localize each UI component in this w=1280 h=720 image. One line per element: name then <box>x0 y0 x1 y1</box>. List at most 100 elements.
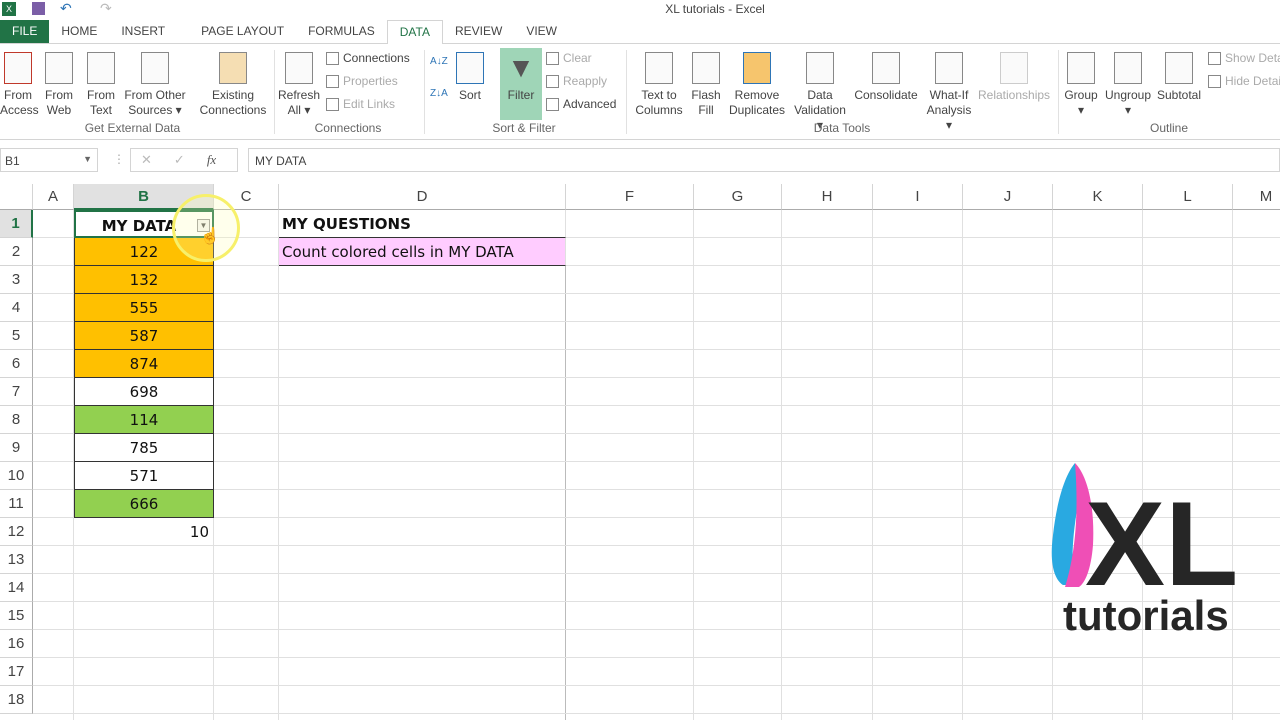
column-header-I[interactable]: I <box>873 184 963 210</box>
subtotal-button[interactable]: Subtotal <box>1154 52 1204 103</box>
tab-review[interactable]: REVIEW <box>443 20 514 43</box>
data-cell[interactable]: 132 <box>74 266 214 294</box>
existing-connections-button[interactable]: Existing Connections <box>196 52 270 118</box>
text-to-columns-button[interactable]: Text to Columns <box>634 52 684 118</box>
name-box[interactable]: B1 ▼ <box>0 148 98 172</box>
show-detail-button[interactable]: Show Detail <box>1208 51 1280 65</box>
group-label: Get External Data <box>84 121 181 135</box>
column-header-M[interactable]: M <box>1233 184 1280 210</box>
gridline <box>33 433 1280 434</box>
consolidate-button[interactable]: Consolidate <box>852 52 920 103</box>
properties-button[interactable]: Properties <box>326 74 398 88</box>
sort-z-a-icon[interactable]: Z↓A <box>430 88 448 99</box>
gridline <box>33 657 1280 658</box>
group-button[interactable]: Group ▾ <box>1062 52 1100 118</box>
reapply-button[interactable]: Reapply <box>546 74 607 88</box>
insert-function-icon[interactable]: fx <box>207 152 216 168</box>
edit-links-button[interactable]: Edit Links <box>326 97 395 111</box>
refresh-all-button[interactable]: Refresh All ▾ <box>278 52 320 118</box>
remove-duplicates-button[interactable]: Remove Duplicates <box>728 52 786 118</box>
sort-icon <box>456 52 484 84</box>
row-header-8[interactable]: 8 <box>0 406 33 434</box>
column-header-D[interactable]: D <box>279 184 566 210</box>
column-header-K[interactable]: K <box>1053 184 1143 210</box>
row-header-6[interactable]: 6 <box>0 350 33 378</box>
row-header-9[interactable]: 9 <box>0 434 33 462</box>
svg-text:XL: XL <box>1085 477 1238 611</box>
row-header-15[interactable]: 15 <box>0 602 33 630</box>
row-header-18[interactable]: 18 <box>0 686 33 714</box>
clear-button[interactable]: Clear <box>546 51 592 65</box>
select-all-corner[interactable] <box>0 184 33 210</box>
row-header-2[interactable]: 2 <box>0 238 33 266</box>
row-header-5[interactable]: 5 <box>0 322 33 350</box>
gridline <box>33 405 1280 406</box>
sort-a-z-icon[interactable]: A↓Z <box>430 56 448 67</box>
connections-button[interactable]: Connections <box>326 51 410 65</box>
subtotal-icon <box>1165 52 1193 84</box>
cell-B12-count[interactable]: 10 <box>74 518 214 546</box>
data-cell[interactable]: 785 <box>74 434 214 462</box>
column-header-L[interactable]: L <box>1143 184 1233 210</box>
flash-fill-button[interactable]: Flash Fill <box>690 52 722 118</box>
data-cell[interactable]: 666 <box>74 490 214 518</box>
gridline <box>33 685 1280 686</box>
formula-input[interactable]: MY DATA <box>248 148 1280 172</box>
data-cell[interactable]: 874 <box>74 350 214 378</box>
column-header-F[interactable]: F <box>566 184 694 210</box>
from-text-button[interactable]: From Text <box>84 52 118 118</box>
filter-button[interactable]: ▼ Filter <box>500 48 542 120</box>
row-header-7[interactable]: 7 <box>0 378 33 406</box>
column-header-A[interactable]: A <box>33 184 74 210</box>
cell-D2-question[interactable]: Count colored cells in MY DATA <box>279 238 566 266</box>
data-cell[interactable]: 587 <box>74 322 214 350</box>
from-other-sources-button[interactable]: From Other Sources ▾ <box>122 52 188 118</box>
tab-view[interactable]: VIEW <box>514 20 569 43</box>
tab-page-layout[interactable]: PAGE LAYOUT <box>177 20 296 43</box>
sort-button[interactable]: Sort <box>452 52 488 103</box>
row-header-10[interactable]: 10 <box>0 462 33 490</box>
cell-D1-questions[interactable]: MY QUESTIONS <box>279 210 566 238</box>
data-cell[interactable]: 571 <box>74 462 214 490</box>
row-header-3[interactable]: 3 <box>0 266 33 294</box>
tab-file[interactable]: FILE <box>0 20 50 43</box>
row-header-16[interactable]: 16 <box>0 630 33 658</box>
row-header-4[interactable]: 4 <box>0 294 33 322</box>
cancel-icon[interactable]: ✕ <box>141 152 152 168</box>
row-header-11[interactable]: 11 <box>0 490 33 518</box>
other-sources-icon <box>141 52 169 84</box>
row-header-13[interactable]: 13 <box>0 546 33 574</box>
data-cell[interactable]: 698 <box>74 378 214 406</box>
enter-icon[interactable]: ✓ <box>174 152 185 168</box>
gridline <box>962 210 963 720</box>
row-header-14[interactable]: 14 <box>0 574 33 602</box>
row-header-17[interactable]: 17 <box>0 658 33 686</box>
gridline <box>33 713 1280 714</box>
svg-text:tutorials: tutorials <box>1063 592 1229 639</box>
row-header-1[interactable]: 1 <box>0 210 33 238</box>
data-cell[interactable]: 114 <box>74 406 214 434</box>
gridline <box>565 210 566 720</box>
formula-buttons: ✕ ✓ fx <box>130 148 238 172</box>
column-header-J[interactable]: J <box>963 184 1053 210</box>
from-access-button[interactable]: From Access <box>0 52 39 118</box>
gridline <box>872 210 873 720</box>
ungroup-button[interactable]: Ungroup ▾ <box>1102 52 1154 118</box>
relationships-button[interactable]: Relationships <box>978 52 1050 103</box>
from-web-button[interactable]: From Web <box>42 52 76 118</box>
hide-detail-button[interactable]: Hide Detail <box>1208 74 1280 88</box>
gridline <box>33 349 1280 350</box>
what-if-icon <box>935 52 963 84</box>
xl-tutorials-logo: XL tutorials <box>1051 463 1238 639</box>
tab-data[interactable]: DATA <box>386 20 443 45</box>
row-header-12[interactable]: 12 <box>0 518 33 546</box>
data-cell[interactable]: 555 <box>74 294 214 322</box>
chevron-down-icon[interactable]: ▼ <box>83 154 92 164</box>
tab-home[interactable]: HOME <box>49 20 109 43</box>
column-header-H[interactable]: H <box>782 184 873 210</box>
advanced-button[interactable]: Advanced <box>546 97 616 111</box>
column-header-G[interactable]: G <box>694 184 782 210</box>
consolidate-icon <box>872 52 900 84</box>
tab-insert[interactable]: INSERT <box>109 20 177 43</box>
tab-formulas[interactable]: FORMULAS <box>296 20 387 43</box>
